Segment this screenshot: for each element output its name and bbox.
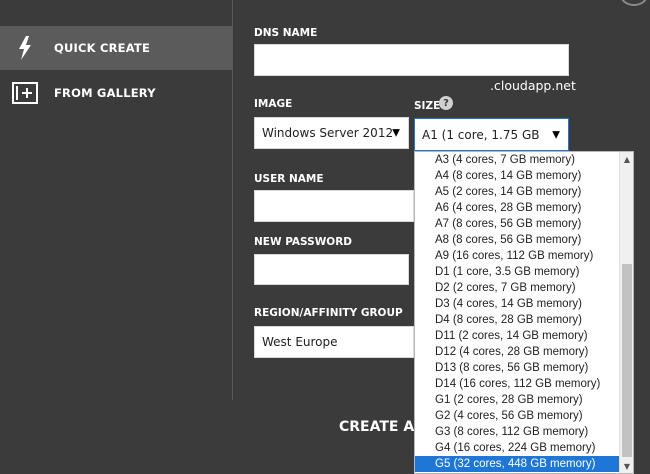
nav-quick-create-label: QUICK CREATE — [54, 41, 151, 55]
region-label: REGION/AFFINITY GROUP — [254, 307, 403, 319]
size-option[interactable]: D1 (1 core, 3.5 GB memory) — [415, 264, 620, 280]
dns-name-label: DNS NAME — [254, 27, 318, 39]
size-option[interactable]: D11 (2 cores, 14 GB memory) — [415, 328, 620, 344]
nav-from-gallery[interactable]: FROM GALLERY — [0, 71, 232, 115]
size-options: A3 (4 cores, 7 GB memory) A4 (8 cores, 14… — [415, 152, 620, 472]
region-select[interactable]: West Europe — [254, 326, 414, 358]
help-icon[interactable]: ? — [439, 96, 453, 110]
size-option[interactable]: A3 (4 cores, 7 GB memory) — [415, 152, 620, 168]
scroll-down-icon[interactable]: ▼ — [620, 459, 633, 473]
user-name-input[interactable] — [254, 190, 414, 222]
lightning-bolt-icon — [12, 35, 38, 61]
size-option[interactable]: A8 (8 cores, 56 GB memory) — [415, 232, 620, 248]
size-option[interactable]: G2 (4 cores, 56 GB memory) — [415, 408, 620, 424]
size-option[interactable]: D2 (2 cores, 7 GB memory) — [415, 280, 620, 296]
dns-suffix: .cloudapp.net — [490, 78, 576, 93]
nav-from-gallery-label: FROM GALLERY — [54, 86, 156, 100]
gallery-plus-icon — [12, 80, 38, 106]
size-option[interactable]: G1 (2 cores, 28 GB memory) — [415, 392, 620, 408]
user-name-label: USER NAME — [254, 173, 324, 185]
dropdown-arrow-icon: ▼ — [392, 127, 400, 139]
image-label: IMAGE — [254, 98, 293, 110]
size-option[interactable]: A7 (8 cores, 56 GB memory) — [415, 216, 620, 232]
size-select[interactable]: A1 (1 core, 1.75 GB memory) ▼ — [414, 118, 569, 151]
size-option[interactable]: D14 (16 cores, 112 GB memory) — [415, 376, 620, 392]
size-option[interactable]: D13 (8 cores, 56 GB memory) — [415, 360, 620, 376]
new-password-label: NEW PASSWORD — [254, 236, 353, 248]
new-password-input[interactable] — [254, 254, 409, 285]
sidebar: QUICK CREATE FROM GALLERY — [0, 0, 233, 400]
dns-name-input[interactable] — [254, 44, 569, 76]
size-option[interactable]: D4 (8 cores, 28 GB memory) — [415, 312, 620, 328]
region-select-value: West Europe — [262, 335, 338, 349]
image-select[interactable]: Windows Server 2012 ▼ — [254, 117, 409, 149]
scroll-thumb[interactable] — [622, 264, 632, 457]
dropdown-arrow-icon: ▼ — [552, 129, 560, 140]
size-option[interactable]: A4 (8 cores, 14 GB memory) — [415, 168, 620, 184]
close-circle-icon[interactable] — [620, 0, 648, 6]
scroll-up-icon[interactable]: ▲ — [620, 152, 633, 166]
size-option[interactable]: D3 (4 cores, 14 GB memory) — [415, 296, 620, 312]
nav-quick-create[interactable]: QUICK CREATE — [0, 26, 232, 70]
size-label: SIZE — [414, 100, 441, 112]
size-select-value: A1 (1 core, 1.75 GB memory) — [422, 127, 540, 142]
size-dropdown-list[interactable]: A3 (4 cores, 7 GB memory) A4 (8 cores, 14… — [414, 151, 634, 474]
size-option[interactable]: A6 (4 cores, 28 GB memory) — [415, 200, 620, 216]
size-option[interactable]: G4 (16 cores, 224 GB memory) — [415, 440, 620, 456]
size-option[interactable]: A5 (2 cores, 14 GB memory) — [415, 184, 620, 200]
size-option[interactable]: D12 (4 cores, 28 GB memory) — [415, 344, 620, 360]
size-option[interactable]: G5 (32 cores, 448 GB memory) — [415, 456, 620, 472]
size-option[interactable]: G3 (8 cores, 112 GB memory) — [415, 424, 620, 440]
image-select-value: Windows Server 2012 — [262, 126, 394, 140]
size-option[interactable]: A9 (16 cores, 112 GB memory) — [415, 248, 620, 264]
dropdown-scrollbar[interactable]: ▲ ▼ — [619, 152, 633, 473]
